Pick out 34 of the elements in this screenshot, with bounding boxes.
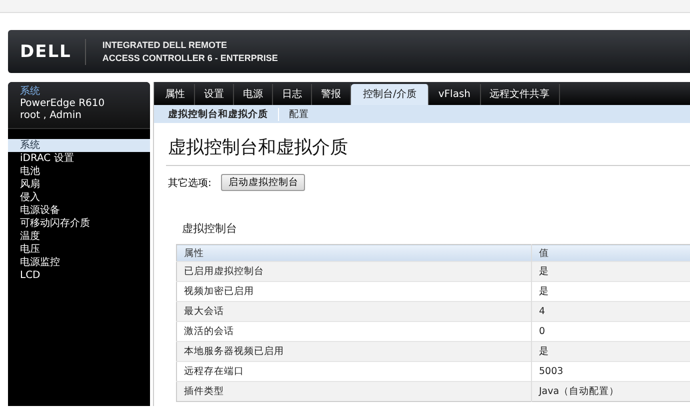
sidebar-heading: 系统 [20,86,41,98]
column-header: 属性 [176,244,532,262]
sidebar-item[interactable]: LCD [8,269,150,282]
table-cell: 插件类型 [176,382,532,402]
dell-logo: DELL [8,38,86,64]
sidebar-item[interactable]: 侵入 [8,191,150,204]
column-header: 值 [532,244,690,262]
sidebar-item[interactable]: 电压 [8,243,150,256]
subnav-link[interactable]: 虚拟控制台和虚拟介质 [158,108,279,120]
subnav-link[interactable]: 配置 [279,108,319,120]
sidebar-item[interactable]: 风扇 [8,178,150,191]
sidebar-item[interactable]: 可移动闪存介质 [8,217,150,230]
user-role: root , Admin [20,110,82,122]
table-cell: 已启用虚拟控制台 [176,262,532,282]
options-label: 其它选项: [168,176,212,190]
table-cell: 最大会话 [176,302,532,322]
launch-console-button[interactable]: 启动虚拟控制台 [221,174,306,191]
sidebar-item[interactable]: iDRAC 设置 [8,152,150,165]
nav-tab[interactable]: 控制台/介质 [351,84,430,105]
sidebar-item[interactable]: 温度 [8,230,150,243]
table-cell: Java（自动配置） [532,382,690,402]
sidebar-item[interactable]: 系统 [8,139,150,152]
sidebar-item[interactable]: 电源设备 [8,204,150,217]
sidebar-item[interactable]: 电源监控 [8,256,150,269]
table-cell: 是 [532,342,690,362]
table-cell: 本地服务器视频已启用 [176,342,532,362]
table-cell: 是 [532,262,690,282]
server-model: PowerEdge R610 [20,98,106,110]
sidebar-item[interactable]: 电池 [8,165,150,178]
table-cell: 4 [532,302,690,322]
product-title: INTEGRATED DELL REMOTE [102,38,228,52]
product-title: ACCESS CONTROLLER 6 - ENTERPRISE [102,52,278,64]
section-title: 虚拟控制台 [182,221,238,236]
page-title: 虚拟控制台和虚拟介质 [166,133,690,166]
